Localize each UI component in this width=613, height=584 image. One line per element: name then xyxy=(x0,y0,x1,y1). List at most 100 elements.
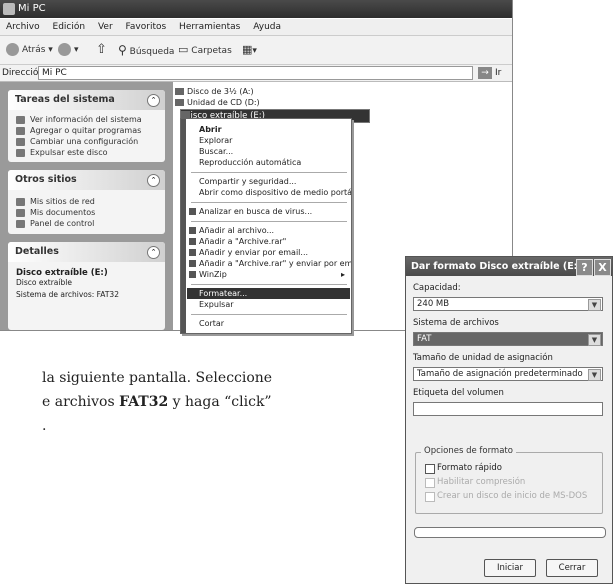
menu-favoritos[interactable]: Favoritos xyxy=(126,22,167,32)
winzip-icon xyxy=(189,271,196,278)
menu-item-format[interactable]: Formatear... xyxy=(187,288,350,299)
msdos-startup-checkbox: Crear un disco de inicio de MS-DOS xyxy=(425,491,587,502)
dialog-title: Dar formato Disco extraíble (E:) xyxy=(411,261,582,272)
place-item[interactable]: Mis documentos xyxy=(8,207,165,218)
programs-icon xyxy=(16,127,25,135)
menu-item-add-email[interactable]: Añadir y enviar por email... xyxy=(187,247,350,258)
help-icon: ? xyxy=(581,261,588,274)
menu-item-cut[interactable]: Cortar xyxy=(187,318,350,329)
context-menu: Abrir Explorar Buscar... Reproducción au… xyxy=(180,118,352,334)
panel-details: Detalles ⌃ Disco extraíble (E:) Disco ext… xyxy=(8,242,165,330)
rar-icon xyxy=(189,227,196,234)
menu-item-add-rar-email[interactable]: Añadir a "Archive.rar" y enviar por emai… xyxy=(187,258,351,269)
removable-disk-icon xyxy=(181,111,190,118)
drive-cd[interactable]: Unidad de CD (D:) xyxy=(175,98,260,108)
forward-button[interactable]: ▾ xyxy=(58,42,79,58)
floppy-icon xyxy=(175,88,184,95)
menu-separator xyxy=(191,221,347,222)
folders-button[interactable]: ▭ Carpetas xyxy=(178,42,232,58)
compression-checkbox: Habilitar compresión xyxy=(425,477,525,488)
panel-header[interactable]: Detalles ⌃ xyxy=(8,242,165,262)
back-arrow-icon xyxy=(6,43,19,56)
views-button[interactable]: ▦▾ xyxy=(242,42,257,58)
menu-archivo[interactable]: Archivo xyxy=(6,22,40,32)
menu-item-autoplay[interactable]: Reproducción automática xyxy=(187,157,350,168)
up-folder-icon[interactable]: ⇧ xyxy=(96,42,107,58)
collapse-icon[interactable]: ⌃ xyxy=(147,94,160,107)
menu-ayuda[interactable]: Ayuda xyxy=(253,22,281,32)
filesystem-select[interactable]: FAT ▼ xyxy=(413,332,603,346)
eject-icon xyxy=(16,149,25,157)
task-item[interactable]: Expulsar este disco xyxy=(8,147,165,158)
format-progress-bar xyxy=(414,527,606,538)
format-options-label: Opciones de formato xyxy=(421,446,516,456)
place-item[interactable]: Mis sitios de red xyxy=(8,196,165,207)
task-item[interactable]: Agregar o quitar programas xyxy=(8,125,165,136)
menu-item-search[interactable]: Buscar... xyxy=(187,146,350,157)
panel-header[interactable]: Otros sitios ⌃ xyxy=(8,170,165,190)
search-button[interactable]: ⚲ Búsqueda xyxy=(118,42,174,58)
submenu-arrow-icon: ▸ xyxy=(340,270,345,279)
start-button[interactable]: Iniciar xyxy=(484,559,536,577)
place-item[interactable]: Panel de control xyxy=(8,218,165,229)
rar-icon xyxy=(189,260,196,267)
checkbox-icon xyxy=(425,478,435,488)
go-label: Ir xyxy=(495,68,502,78)
info-icon xyxy=(16,116,25,124)
chevron-down-icon: ▼ xyxy=(588,369,601,381)
window-title: Mi PC xyxy=(18,3,46,14)
search-icon: ⚲ xyxy=(118,43,127,57)
drive-floppy[interactable]: Disco de 3½ (A:) xyxy=(175,87,254,97)
capacity-label: Capacidad: xyxy=(413,283,461,293)
menu-item-add-rar[interactable]: Añadir a "Archive.rar" xyxy=(187,236,350,247)
task-item[interactable]: Ver información del sistema xyxy=(8,114,165,125)
go-arrow-icon: → xyxy=(481,68,489,78)
menu-separator xyxy=(191,314,347,315)
menu-item-eject[interactable]: Expulsar xyxy=(187,299,350,310)
menu-edicion[interactable]: Edición xyxy=(53,22,86,32)
rar-icon xyxy=(189,249,196,256)
address-bar: Dirección Mi PC → Ir xyxy=(0,65,512,82)
menu-item-open[interactable]: Abrir xyxy=(187,124,350,135)
folders-icon: ▭ xyxy=(178,43,189,56)
chevron-down-icon: ▼ xyxy=(588,334,601,346)
control-panel-icon xyxy=(16,220,25,228)
forward-arrow-icon xyxy=(58,43,71,56)
collapse-icon[interactable]: ⌃ xyxy=(147,174,160,187)
close-button[interactable]: Cerrar xyxy=(546,559,598,577)
menu-item-add-archive[interactable]: Añadir al archivo... xyxy=(187,225,350,236)
task-item[interactable]: Cambiar una configuración xyxy=(8,136,165,147)
panel-other-places: Otros sitios ⌃ Mis sitios de red Mis docu… xyxy=(8,170,165,234)
network-icon xyxy=(16,198,25,206)
menu-item-portable-device[interactable]: Abrir como dispositivo de medio portátil… xyxy=(187,187,351,198)
menu-herramientas[interactable]: Herramientas xyxy=(179,22,240,32)
volume-label-input[interactable] xyxy=(413,402,603,416)
go-button[interactable]: → xyxy=(478,67,492,79)
title-bar: Mi PC xyxy=(0,0,512,18)
instruction-line-3: . xyxy=(42,418,47,434)
volume-label-label: Etiqueta del volumen xyxy=(413,388,504,398)
chevron-down-icon: ▼ xyxy=(588,299,601,311)
help-button[interactable]: ? xyxy=(576,259,593,276)
back-button[interactable]: Atrás ▾ xyxy=(6,42,53,58)
address-input[interactable]: Mi PC xyxy=(38,66,473,80)
menu-item-share[interactable]: Compartir y seguridad... xyxy=(187,176,350,187)
cd-drive-icon xyxy=(175,99,184,106)
filesystem-label: Sistema de archivos xyxy=(413,318,499,328)
panel-header[interactable]: Tareas del sistema ⌃ xyxy=(8,90,165,110)
menu-item-explore[interactable]: Explorar xyxy=(187,135,350,146)
instruction-line-2: e archivos FAT32 y haga “click” xyxy=(42,394,272,410)
details-kind: Disco extraíble xyxy=(16,278,72,287)
close-window-button[interactable]: X xyxy=(594,259,611,276)
menu-item-winzip[interactable]: WinZip ▸ xyxy=(187,269,350,280)
menu-ver[interactable]: Ver xyxy=(98,22,113,32)
task-pane: Tareas del sistema ⌃ Ver información del … xyxy=(0,82,173,330)
allocation-select[interactable]: Tamaño de asignación predeterminado ▼ xyxy=(413,367,603,381)
close-icon: X xyxy=(598,261,607,274)
menu-separator xyxy=(191,284,347,285)
format-dialog: Dar formato Disco extraíble (E:) ? X Cap… xyxy=(405,256,613,584)
quick-format-checkbox[interactable]: Formato rápido xyxy=(425,463,502,474)
collapse-icon[interactable]: ⌃ xyxy=(147,246,160,259)
menu-item-virus-scan[interactable]: Analizar en busca de virus... xyxy=(187,206,350,217)
capacity-select[interactable]: 240 MB ▼ xyxy=(413,297,603,311)
